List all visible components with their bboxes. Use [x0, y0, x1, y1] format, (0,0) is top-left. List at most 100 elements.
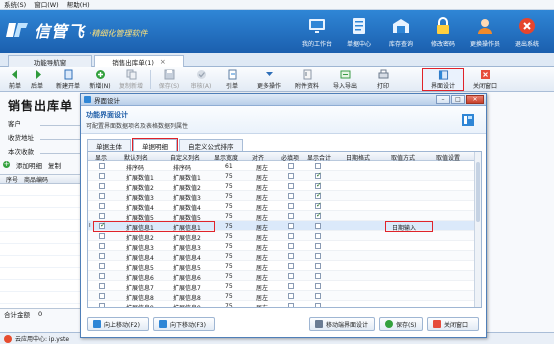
show-checkbox[interactable] [99, 302, 105, 307]
required-checkbox[interactable] [288, 172, 294, 179]
show-total-checkbox[interactable] [315, 232, 321, 239]
nav-change-password[interactable]: 修改密码 [422, 12, 464, 51]
field-payment[interactable]: 本次收款 [8, 146, 82, 156]
copy-new-button[interactable]: 复制新增 [118, 68, 144, 91]
show-total-checkbox[interactable] [315, 262, 321, 269]
required-checkbox[interactable] [288, 262, 294, 269]
menu-window[interactable]: 窗口(W) [34, 0, 59, 10]
more-actions-button[interactable]: 更多操作 [254, 68, 284, 91]
width-cell[interactable]: 75 [225, 213, 233, 220]
nav-workbench[interactable]: 我的工作台 [296, 12, 338, 51]
show-checkbox[interactable] [99, 162, 105, 169]
width-cell[interactable]: 75 [225, 203, 233, 210]
nav-inventory-query[interactable]: 库存查询 [380, 12, 422, 51]
show-checkbox[interactable] [99, 202, 105, 209]
grid-row[interactable]: 扩展信息2 扩展信息2 75 居左 [88, 231, 481, 242]
grid-row[interactable]: 扩展信息5 扩展信息5 75 居左 [88, 261, 481, 272]
menu-help[interactable]: 帮助(H) [67, 0, 90, 10]
show-checkbox[interactable] [99, 212, 105, 219]
nav-exit[interactable]: 退出系统 [506, 12, 548, 51]
add-button[interactable]: 新增(N) [88, 68, 112, 91]
grid-row[interactable]: 扩展数值2 扩展数值2 75 居左 [88, 181, 481, 192]
width-cell[interactable]: 75 [225, 233, 233, 240]
grid-row[interactable]: 扩展信息6 扩展信息6 75 居左 [88, 271, 481, 282]
width-cell[interactable]: 75 [225, 303, 233, 308]
show-total-checkbox[interactable] [315, 292, 321, 299]
required-checkbox[interactable] [288, 242, 294, 249]
dialog-close-window-button[interactable]: 关闭窗口 [427, 317, 479, 331]
width-cell[interactable]: 75 [225, 173, 233, 180]
grid-row[interactable]: 扩展数值1 扩展数值1 75 居左 [88, 171, 481, 182]
minimize-button[interactable]: – [436, 95, 450, 104]
nav-switch-operator[interactable]: 更换操作员 [464, 12, 506, 51]
width-cell[interactable]: 75 [225, 283, 233, 290]
show-total-checkbox[interactable] [315, 211, 322, 219]
field-delivery-address[interactable]: 收货地址 [8, 132, 82, 142]
required-checkbox[interactable] [288, 182, 294, 189]
grid-row[interactable]: 排序码 排序码 61 居左 [88, 161, 481, 172]
show-total-checkbox[interactable] [315, 272, 321, 279]
show-total-checkbox[interactable] [315, 162, 321, 169]
next-doc-button[interactable]: 后单 [28, 68, 46, 91]
required-checkbox[interactable] [288, 202, 294, 209]
show-checkbox[interactable] [99, 282, 105, 289]
required-checkbox[interactable] [288, 272, 294, 279]
move-down-button[interactable]: 向下移动(F3) [153, 317, 215, 331]
show-total-checkbox[interactable] [315, 191, 322, 199]
show-total-checkbox[interactable] [315, 181, 322, 189]
grid-row[interactable]: 扩展数值5 扩展数值5 75 居左 [88, 211, 481, 222]
print-button[interactable]: 打印 [368, 68, 398, 91]
width-cell[interactable]: 75 [225, 263, 233, 270]
show-checkbox[interactable] [99, 192, 105, 199]
grid-row[interactable]: 扩展信息9 扩展信息9 75 居左 [88, 301, 481, 308]
approve-button[interactable]: 审核(A) [188, 68, 214, 91]
required-checkbox[interactable] [288, 302, 294, 307]
ui-design-button[interactable]: 界面设计 [422, 68, 464, 91]
tab-custom-formula-sort[interactable]: 自定义公式排序 [179, 139, 243, 151]
grid-scrollbar[interactable] [474, 152, 481, 307]
show-total-checkbox[interactable] [315, 282, 321, 289]
grid-row[interactable]: 扩展信息4 扩展信息4 75 居左 [88, 251, 481, 262]
grid-row[interactable]: 扩展数值4 扩展数值4 75 居左 [88, 201, 481, 212]
show-total-checkbox[interactable] [315, 222, 321, 229]
show-checkbox[interactable] [99, 172, 105, 179]
width-cell[interactable]: 75 [225, 243, 233, 250]
import-export-button[interactable]: 导入导出 [330, 68, 360, 91]
tab-close-icon[interactable]: × [160, 58, 166, 66]
mobile-design-button[interactable]: 移动端界面设计 [309, 317, 375, 331]
width-cell[interactable]: 75 [225, 253, 233, 260]
menu-system[interactable]: 系统(S) [4, 0, 26, 10]
add-detail-link[interactable]: 添加明细 [16, 160, 42, 170]
required-checkbox[interactable] [288, 192, 294, 199]
custom-name-cell[interactable]: 扩展信息9 [173, 303, 201, 308]
dialog-close-button[interactable]: ✕ [466, 95, 484, 104]
prev-doc-button[interactable]: 前单 [6, 68, 24, 91]
width-cell[interactable]: 75 [225, 273, 233, 280]
width-cell[interactable]: 61 [225, 163, 233, 170]
required-checkbox[interactable] [288, 292, 294, 299]
required-checkbox[interactable] [288, 162, 294, 169]
required-checkbox[interactable] [288, 222, 294, 229]
show-checkbox[interactable] [99, 182, 105, 189]
dialog-save-button[interactable]: 保存(S) [379, 317, 423, 331]
grid-row[interactable]: 扩展信息3 扩展信息3 75 居左 [88, 241, 481, 252]
show-checkbox[interactable] [99, 292, 105, 299]
grid-row[interactable]: 扩展信息7 扩展信息7 75 居左 [88, 281, 481, 292]
width-cell[interactable]: 75 [225, 223, 233, 230]
show-total-checkbox[interactable] [315, 171, 322, 179]
tab-doc-body[interactable]: 单据主体 [87, 139, 131, 151]
align-cell[interactable]: 居左 [256, 303, 268, 308]
width-cell[interactable]: 75 [225, 293, 233, 300]
show-total-checkbox[interactable] [315, 201, 322, 209]
tab-function-nav[interactable]: 功能导航窗 [8, 55, 92, 67]
width-cell[interactable]: 75 [225, 193, 233, 200]
maximize-button[interactable]: □ [451, 95, 465, 104]
scrollbar-thumb[interactable] [476, 162, 480, 222]
grid-row[interactable]: 扩展信息8 扩展信息8 75 居左 [88, 291, 481, 302]
grid-row[interactable]: 扩展数值3 扩展数值3 75 居左 [88, 191, 481, 202]
copy-detail-link[interactable]: 复制 [48, 160, 61, 170]
required-checkbox[interactable] [288, 232, 294, 239]
tab-doc-detail[interactable]: 单据明细 [132, 138, 178, 152]
show-checkbox[interactable] [99, 262, 105, 269]
show-total-checkbox[interactable] [315, 302, 321, 307]
